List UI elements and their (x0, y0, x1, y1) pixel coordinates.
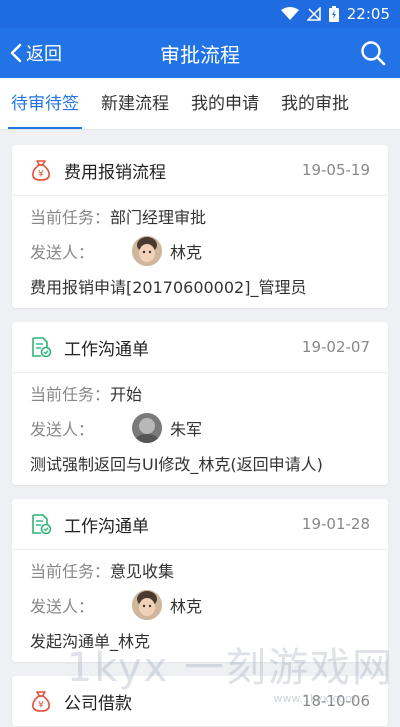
list-item[interactable]: 工作沟通单 19-02-07 当前任务： 开始 发送人： 朱军 测试强制返回与U… (12, 322, 388, 485)
sender-name: 林克 (170, 597, 203, 616)
card-date: 19-05-19 (301, 161, 370, 179)
card-header: 工作沟通单 19-02-07 (12, 322, 388, 373)
avatar (132, 413, 163, 443)
current-task-row: 当前任务： 意见收集 (30, 558, 370, 582)
status-bar: 22:05 (0, 0, 400, 28)
current-task-label: 当前任务： (30, 385, 111, 404)
card-header: 工作沟通单 19-01-28 (12, 499, 388, 550)
current-task-row: 当前任务： 部门经理审批 (30, 204, 370, 228)
chevron-left-icon (10, 43, 22, 63)
list-item[interactable]: ¥ 费用报销流程 19-05-19 当前任务： 部门经理审批 发送人： 林克 费… (12, 145, 388, 308)
watermark-url: www.1kyx.com (273, 692, 356, 705)
current-task-label: 当前任务： (30, 208, 111, 227)
watermark-text: 1kyx 一刻游戏网 (66, 645, 394, 691)
tab-pending[interactable]: 待审待签 (0, 78, 90, 129)
card-date: 19-01-28 (301, 515, 370, 533)
app-bar: 返回 审批流程 (0, 28, 400, 78)
card-body: 当前任务： 开始 发送人： 朱军 测试强制返回与UI修改_林克(返回申请人) (12, 373, 388, 485)
avatar (132, 590, 163, 620)
sender-row: 发送人： 林克 (30, 234, 370, 268)
svg-text:¥: ¥ (38, 701, 44, 711)
money-bag-icon: ¥ (30, 690, 52, 712)
wifi-icon (280, 7, 299, 21)
tab-new-process[interactable]: 新建流程 (90, 78, 180, 129)
avatar (132, 236, 163, 266)
sender-label: 发送人： (30, 243, 95, 262)
card-title: 工作沟通单 (64, 339, 149, 360)
current-task-value: 意见收集 (110, 562, 175, 581)
tab-my-applications[interactable]: 我的申请 (180, 78, 270, 129)
document-check-icon (30, 336, 52, 358)
document-check-icon (30, 513, 52, 535)
card-date: 19-02-07 (301, 338, 370, 356)
card-title: 工作沟通单 (64, 516, 149, 537)
tab-bar: 待审待签 新建流程 我的申请 我的审批 (0, 78, 400, 130)
sender-row: 发送人： 朱军 (30, 411, 370, 445)
search-icon (361, 41, 386, 66)
svg-text:¥: ¥ (38, 170, 44, 180)
current-task-row: 当前任务： 开始 (30, 381, 370, 405)
tab-my-approvals[interactable]: 我的审批 (270, 78, 360, 129)
sender-label: 发送人： (30, 420, 95, 439)
battery-charging-icon (328, 6, 339, 22)
card-description: 费用报销申请[20170600002]_管理员 (30, 278, 307, 297)
card-title: 费用报销流程 (64, 162, 166, 183)
sender-name: 朱军 (170, 420, 203, 439)
card-description: 测试强制返回与UI修改_林克(返回申请人) (30, 455, 323, 474)
card-body: 当前任务： 部门经理审批 发送人： 林克 费用报销申请[20170600002]… (12, 196, 388, 308)
card-header: ¥ 费用报销流程 19-05-19 (12, 145, 388, 196)
current-task-value: 部门经理审批 (110, 208, 207, 227)
search-button[interactable] (360, 40, 386, 70)
sender-label: 发送人： (30, 597, 95, 616)
back-button[interactable]: 返回 (0, 40, 62, 66)
sender-name: 林克 (170, 243, 203, 262)
back-label: 返回 (26, 44, 62, 65)
current-task-label: 当前任务： (30, 562, 111, 581)
no-signal-icon (306, 7, 321, 21)
current-task-value: 开始 (110, 385, 143, 404)
money-bag-icon: ¥ (30, 159, 52, 181)
status-time: 22:05 (346, 5, 390, 23)
sender-row: 发送人： 林克 (30, 588, 370, 622)
